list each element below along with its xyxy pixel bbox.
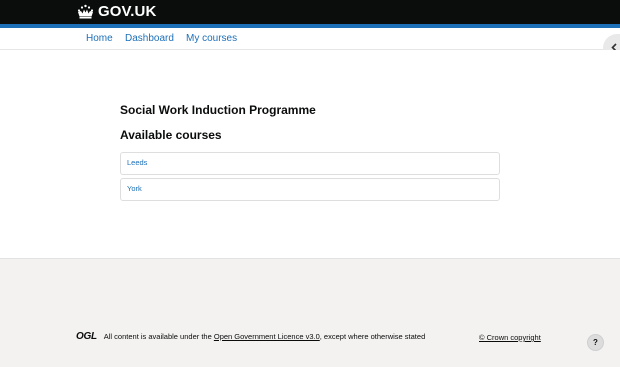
course-link-leeds[interactable]: Leeds (127, 158, 147, 168)
course-link-york[interactable]: York (127, 184, 142, 194)
licence-prefix: All content is available under the (103, 332, 212, 341)
ogl-licence-link[interactable]: Open Government Licence v3.0 (214, 332, 320, 341)
main-content: Social Work Induction Programme Availabl… (0, 50, 620, 259)
licence-text: All content is available under the Open … (104, 332, 425, 342)
govuk-logo-link[interactable]: GOV.UK (77, 3, 156, 20)
nav-dashboard-link[interactable]: Dashboard (125, 32, 174, 45)
help-button[interactable]: ? (587, 334, 604, 351)
crown-copyright-link[interactable]: © Crown copyright (479, 333, 541, 343)
govuk-logo-text: GOV.UK (98, 3, 157, 20)
course-card-york[interactable]: York (120, 178, 500, 201)
ogl-logo: OGL (76, 331, 97, 342)
nav-home-link[interactable]: Home (86, 32, 113, 45)
nav-my-courses-link[interactable]: My courses (186, 32, 237, 45)
primary-navigation: Home Dashboard My courses (0, 28, 620, 50)
licence-suffix: , except where otherwise stated (319, 332, 426, 341)
licence-row: OGL All content is available under the O… (76, 332, 425, 342)
page-title: Social Work Induction Programme (120, 103, 316, 117)
course-card-leeds[interactable]: Leeds (120, 152, 500, 175)
crown-icon (77, 4, 94, 19)
site-header: GOV.UK (0, 0, 620, 24)
available-courses-heading: Available courses (120, 128, 222, 142)
